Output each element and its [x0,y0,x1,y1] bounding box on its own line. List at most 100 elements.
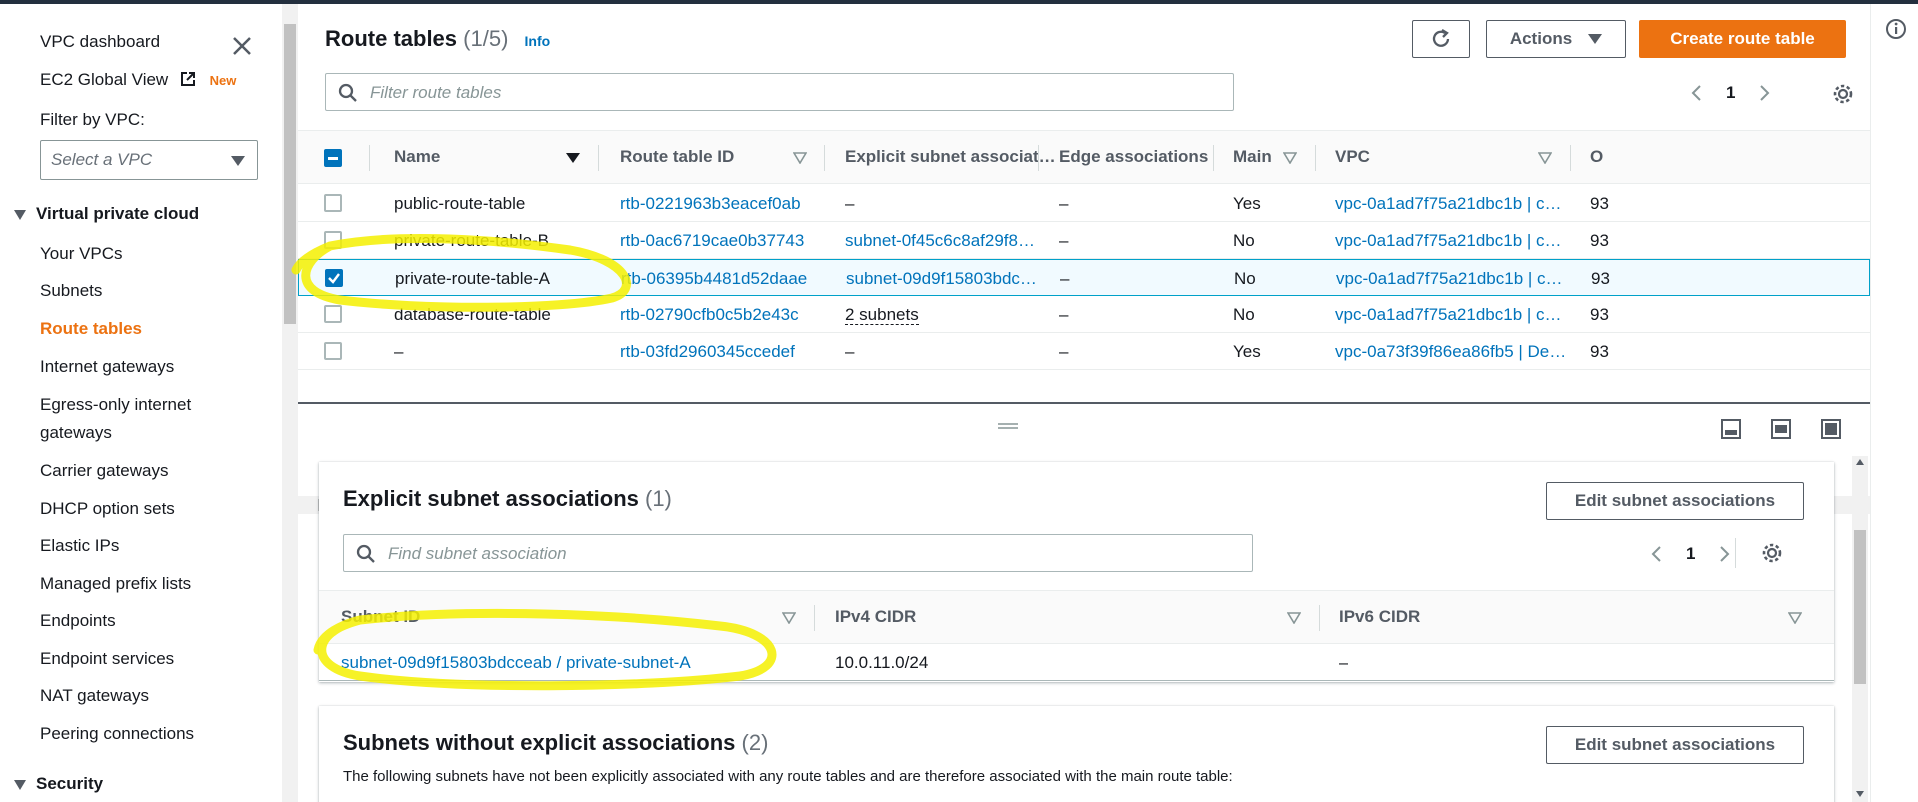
scrollbar-thumb[interactable] [1854,530,1866,684]
sidebar-scrollbar[interactable] [282,4,298,802]
select-all-checkbox[interactable] [324,149,342,167]
filter-by-vpc-label: Filter by VPC: [40,110,145,129]
sidebar-item-internet-gateways[interactable]: Internet gateways [40,357,174,377]
sidebar-item-endpoints[interactable]: Endpoints [40,611,116,631]
column-header-vpc[interactable]: VPC [1335,147,1370,167]
sort-icon[interactable] [782,612,796,624]
scroll-up-icon[interactable] [1855,458,1865,466]
panel-full-icon[interactable] [1820,418,1842,440]
table-row[interactable]: database-route-table rtb-02790cfb0c5b2e43… [298,296,1870,333]
sidebar-item-route-tables[interactable]: Route tables [40,319,142,339]
row-checkbox[interactable] [324,194,342,212]
sidebar-item-peering-connections[interactable]: Peering connections [40,724,194,744]
panel-side-icon[interactable] [1770,418,1792,440]
table-row: subnet-09d9f15803bdcceab / private-subne… [319,644,1834,681]
vpc-link[interactable]: vpc-0a73f39f86ea86fb5 | Def… [1335,342,1567,362]
section-security[interactable]: Security [14,774,103,794]
sort-icon[interactable] [1788,612,1802,624]
chevron-right-icon[interactable] [1715,545,1733,563]
sort-icon[interactable] [793,152,807,164]
section-virtual-private-cloud[interactable]: Virtual private cloud [14,204,199,224]
sidebar-item-managed-prefix-lists[interactable]: Managed prefix lists [40,574,191,594]
edit-subnet-associations-button[interactable]: Edit subnet associations [1546,482,1804,520]
vpc-select-placeholder: Select a VPC [51,150,153,169]
row-checkbox[interactable] [324,305,342,323]
info-link[interactable]: Info [525,33,551,49]
vpc-link[interactable]: vpc-0a1ad7f75a21dbc1b | cus… [1335,305,1567,325]
drag-handle-icon[interactable] [998,422,1018,430]
close-icon[interactable] [230,34,254,58]
table-row[interactable]: private-route-table-B rtb-0ac6719cae0b377… [298,222,1870,259]
sidebar-item-vpc-dashboard[interactable]: VPC dashboard [40,32,160,52]
actions-button[interactable]: Actions [1486,20,1626,58]
column-header-edge-associations[interactable]: Edge associations [1059,147,1208,167]
vpc-link[interactable]: vpc-0a1ad7f75a21dbc1b | cus… [1335,231,1567,251]
sidebar-item-dhcp-option-sets[interactable]: DHCP option sets [40,499,175,519]
column-header-explicit-subnet[interactable]: Explicit subnet associat… [845,147,1056,167]
row-checkbox[interactable] [325,269,343,287]
vpc-link[interactable]: vpc-0a1ad7f75a21dbc1b | cus… [1336,269,1568,289]
main-content: Route tables (1/5) Info Actions Create r… [298,4,1870,802]
refresh-button[interactable] [1412,20,1470,58]
sidebar-item-egress-only-internet-gateways[interactable]: Egress-only internet [40,395,191,415]
sidebar-item-carrier-gateways[interactable]: Carrier gateways [40,461,169,481]
route-table-id-link[interactable]: rtb-06395b4481d52daae [621,269,821,289]
chevron-right-icon[interactable] [1755,84,1773,102]
sidebar-item-subnets[interactable]: Subnets [40,281,102,301]
sidebar-item-your-vpcs[interactable]: Your VPCs [40,244,123,264]
explicit-subnet-association[interactable]: subnet-0f45c6c8af29f8… [845,231,1040,251]
sidebar-item-egress-only-internet-gateways-line2[interactable]: gateways [40,423,112,443]
page-number[interactable]: 1 [1686,544,1695,564]
panel-bottom-icon[interactable] [1720,418,1742,440]
subnets-count-popover[interactable]: 2 subnets [845,305,919,325]
vpc-link[interactable]: vpc-0a1ad7f75a21dbc1b | cus… [1335,194,1567,214]
info-icon[interactable] [1885,18,1907,40]
create-route-table-button[interactable]: Create route table [1639,20,1846,58]
route-table-id-link[interactable]: rtb-0ac6719cae0b37743 [620,231,820,251]
panel-scrollbar[interactable] [1852,456,1868,802]
refresh-icon [1432,29,1450,47]
panel-title-text: Subnets without explicit associations [343,730,736,755]
sort-descending-icon[interactable] [566,153,580,163]
chevron-left-icon[interactable] [1688,84,1706,102]
row-checkbox[interactable] [324,342,342,360]
sidebar-item-ec2-global-view[interactable]: EC2 Global View New [40,70,236,90]
route-table-name: – [394,342,404,361]
column-separator [598,145,599,171]
sidebar-item-nat-gateways[interactable]: NAT gateways [40,686,149,706]
column-header-route-table-id[interactable]: Route table ID [620,147,734,167]
subnet-id-link[interactable]: subnet-09d9f15803bdcceab / private-subne… [341,653,691,673]
checkmark-icon [328,273,340,284]
column-header-main[interactable]: Main [1233,147,1272,167]
chevron-left-icon[interactable] [1648,545,1666,563]
column-header-owner[interactable]: O [1590,147,1603,167]
edit-subnet-associations-button[interactable]: Edit subnet associations [1546,726,1804,764]
table-row[interactable]: – rtb-03fd2960345ccedef – – Yes vpc-0a73f39f8… [298,333,1870,370]
row-checkbox[interactable] [324,231,342,249]
sort-icon[interactable] [1287,612,1301,624]
sidebar-item-endpoint-services[interactable]: Endpoint services [40,649,174,669]
scroll-down-icon[interactable] [1855,790,1865,798]
table-row[interactable]: public-route-table rtb-0221963b3eacef0ab –… [298,185,1870,222]
settings-gear-icon[interactable] [1761,542,1783,564]
route-table-id-link[interactable]: rtb-02790cfb0c5b2e43c [620,305,820,325]
column-header-ipv6-cidr[interactable]: IPv6 CIDR [1339,607,1420,627]
route-table-id-link[interactable]: rtb-03fd2960345ccedef [620,342,820,362]
column-header-ipv4-cidr[interactable]: IPv4 CIDR [835,607,916,627]
settings-gear-icon[interactable] [1832,83,1854,105]
table-row[interactable]: private-route-table-A rtb-06395b4481d52da… [298,259,1870,296]
page-number[interactable]: 1 [1726,83,1735,103]
column-header-subnet-id[interactable]: Subnet ID [341,607,420,627]
find-subnet-association-input[interactable]: Find subnet association [343,534,1253,572]
explicit-subnet-association[interactable]: subnet-09d9f15803bdc… [846,269,1041,289]
main-cell: No [1233,305,1255,324]
column-header-name[interactable]: Name [394,147,440,167]
route-table-id-link[interactable]: rtb-0221963b3eacef0ab [620,194,820,214]
sort-icon[interactable] [1538,152,1552,164]
explicit-subnet-association[interactable]: 2 subnets [845,305,1040,325]
sort-icon[interactable] [1283,152,1297,164]
filter-route-tables-input[interactable]: Filter route tables [325,73,1234,111]
sidebar-item-elastic-ips[interactable]: Elastic IPs [40,536,119,556]
scrollbar-thumb[interactable] [284,24,296,324]
vpc-select[interactable]: Select a VPC [40,140,258,180]
